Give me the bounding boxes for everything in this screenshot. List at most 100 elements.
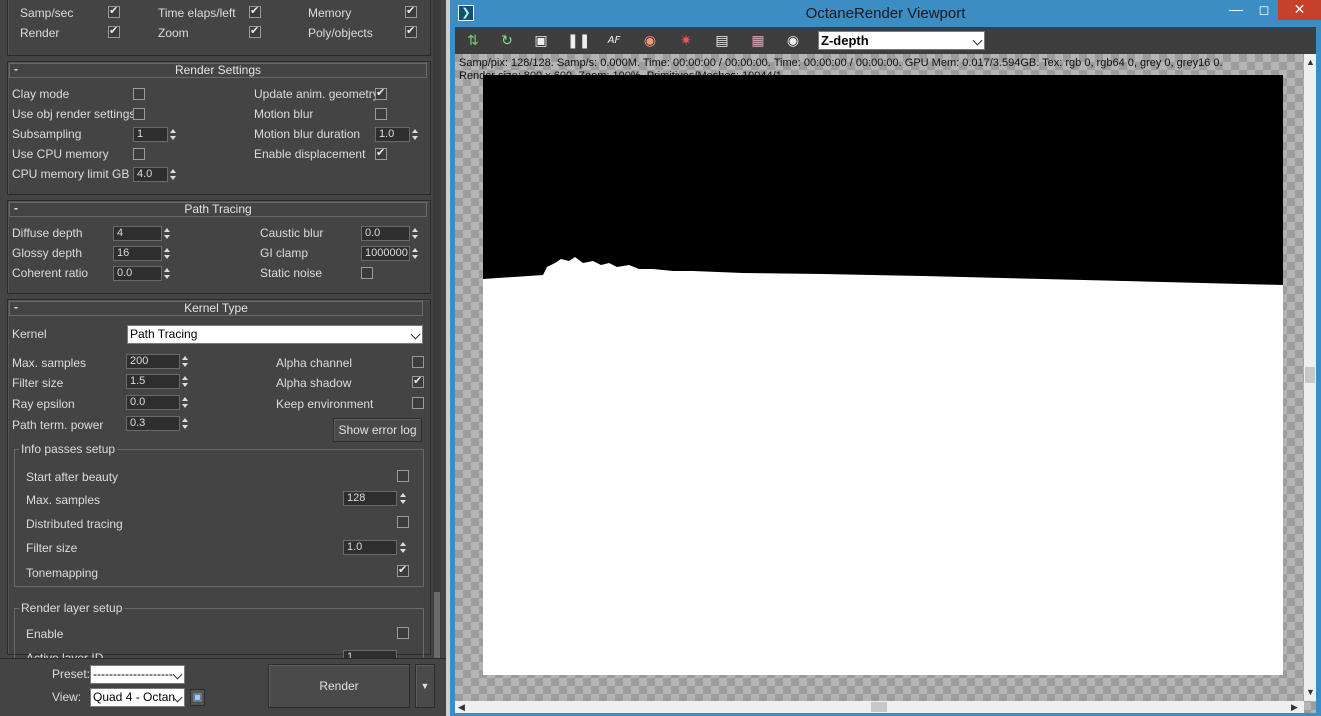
render-viewport[interactable]: Samp/pix: 128/128. Samp/s: 0.000M. Time:… [455,54,1316,713]
film-icon[interactable]: ▦ [749,32,767,50]
info-filter-size-spinner[interactable] [398,540,409,555]
coherent-ratio-spinner[interactable] [162,266,173,281]
scroll-up-icon[interactable]: ▲ [1306,57,1315,67]
filter-size-field[interactable]: 1.5 [126,374,180,389]
start-after-beauty-checkbox[interactable] [397,470,409,482]
diffuse-depth-field[interactable]: 4 [113,226,162,241]
info-max-samples-field[interactable]: 128 [343,491,397,506]
settings-scrollbar[interactable] [433,0,441,660]
coherent-ratio-field[interactable]: 0.0 [113,266,162,281]
motion-blur-checkbox[interactable] [375,108,387,120]
viewport-horizontal-scrollbar[interactable]: ◀ ▶ [455,701,1304,713]
hscroll-thumb[interactable] [871,702,887,712]
distributed-tracing-checkbox[interactable] [397,516,409,528]
color-picker-icon[interactable]: ◉ [641,32,659,50]
autofocus-icon[interactable]: AF [605,32,623,50]
static-noise-checkbox[interactable] [361,267,373,279]
info-max-samples-label: Max. samples [26,493,101,507]
diffuse-depth-label: Diffuse depth [12,226,83,240]
subsampling-spinner[interactable] [168,127,179,142]
vscroll-thumb[interactable] [1305,367,1315,383]
path-term-field[interactable]: 0.3 [126,416,180,431]
enable-displacement-label: Enable displacement [254,147,366,161]
memory-checkbox[interactable] [405,4,417,18]
viewport-toolbar: ⇅ ↻ ▣ ❚❚ AF ◉ ✷ ▤ ▦ ◉ Z-depth [455,27,1316,54]
restart-icon[interactable]: ↻ [498,32,516,50]
monitor-icon[interactable]: ▤ [713,32,731,50]
alpha-channel-checkbox[interactable] [412,356,424,368]
view-select[interactable]: Quad 4 - Octan [90,688,185,707]
samp-sec-checkbox[interactable] [108,4,120,18]
caustic-blur-field[interactable]: 0.0 [361,226,410,241]
viewport-vertical-scrollbar[interactable]: ▲ ▼ [1304,54,1316,701]
subsampling-field[interactable]: 1 [133,127,168,142]
close-button[interactable]: ✕ [1278,0,1321,20]
update-anim-checkbox[interactable] [375,86,387,100]
glossy-depth-spinner[interactable] [162,246,173,261]
cpu-limit-field[interactable]: 4.0 [133,167,168,182]
cpu-limit-label: CPU memory limit GB [12,167,130,181]
enable-displacement-checkbox[interactable] [375,146,387,160]
cpu-limit-spinner[interactable] [168,167,179,182]
camera-icon[interactable]: ◉ [784,32,802,50]
tonemapping-checkbox[interactable] [397,563,409,577]
preset-select[interactable]: -------------------- [90,665,185,684]
render-stat-label: Render [20,26,60,40]
alpha-shadow-checkbox[interactable] [412,374,424,388]
lock-icon[interactable]: ▣ [190,689,205,706]
diffuse-depth-spinner[interactable] [162,226,173,241]
scroll-down-icon[interactable]: ▼ [1306,687,1315,697]
render-stat-checkbox[interactable] [108,24,120,38]
show-error-log-button[interactable]: Show error log [333,418,422,442]
region-render-icon[interactable]: ✷ [677,32,695,50]
pause-icon[interactable]: ❚❚ [567,32,590,50]
info-max-samples-spinner[interactable] [398,491,409,506]
motion-blur-duration-field[interactable]: 1.0 [375,127,410,142]
send-scene-icon[interactable]: ⇅ [464,32,482,50]
gi-clamp-spinner[interactable] [410,246,421,261]
render-image[interactable] [483,75,1283,675]
render-pass-select[interactable]: Z-depth [818,31,985,50]
path-term-spinner[interactable] [180,416,191,431]
render-dropdown-button[interactable]: ▼ [415,664,435,708]
kernel-select[interactable]: Path Tracing [127,325,423,344]
chevron-down-icon [172,669,183,680]
poly-objects-checkbox[interactable] [405,24,417,38]
keep-environment-checkbox[interactable] [412,397,424,409]
minimize-button[interactable]: — [1222,0,1250,22]
memory-label: Memory [308,6,352,20]
subsampling-label: Subsampling [12,127,82,141]
motion-blur-duration-label: Motion blur duration [254,127,361,141]
scroll-right-icon[interactable]: ▶ [1291,701,1298,713]
gi-clamp-field[interactable]: 1000000. [361,246,410,261]
ray-epsilon-label: Ray epsilon [12,397,75,411]
caustic-blur-spinner[interactable] [410,226,421,241]
max-samples-spinner[interactable] [180,354,191,369]
glossy-depth-field[interactable]: 16 [113,246,162,261]
maximize-button[interactable]: ◻ [1250,0,1278,22]
kernel-type-header[interactable]: - Kernel Type [9,301,423,316]
motion-blur-duration-spinner[interactable] [410,127,421,142]
info-filter-size-label: Filter size [26,541,78,555]
render-settings-header[interactable]: - Render Settings [9,63,427,78]
ray-epsilon-spinner[interactable] [180,395,191,410]
zoom-stat-checkbox[interactable] [249,24,261,38]
alpha-channel-label: Alpha channel [276,356,353,370]
filter-size-spinner[interactable] [180,374,191,389]
max-samples-field[interactable]: 200 [126,354,180,369]
use-obj-checkbox[interactable] [133,108,145,120]
time-elaps-checkbox[interactable] [249,4,261,18]
render-layer-enable-checkbox[interactable] [397,627,409,639]
render-layer-title: Render layer setup [19,601,125,615]
scroll-left-icon[interactable]: ◀ [458,701,465,713]
clay-mode-checkbox[interactable] [133,88,145,100]
scrollbar-thumb[interactable] [434,592,440,660]
info-filter-size-field[interactable]: 1.0 [343,540,397,555]
samp-sec-label: Samp/sec [20,6,74,20]
use-cpu-checkbox[interactable] [133,148,145,160]
lock-icon[interactable]: ▣ [532,32,550,50]
ray-epsilon-field[interactable]: 0.0 [126,395,180,410]
path-tracing-header[interactable]: - Path Tracing [9,202,427,217]
octane-viewport-window: ❯ OctaneRender Viewport — ◻ ✕ ⇅ ↻ ▣ ❚❚ A… [450,0,1321,716]
render-button[interactable]: Render [268,664,410,708]
